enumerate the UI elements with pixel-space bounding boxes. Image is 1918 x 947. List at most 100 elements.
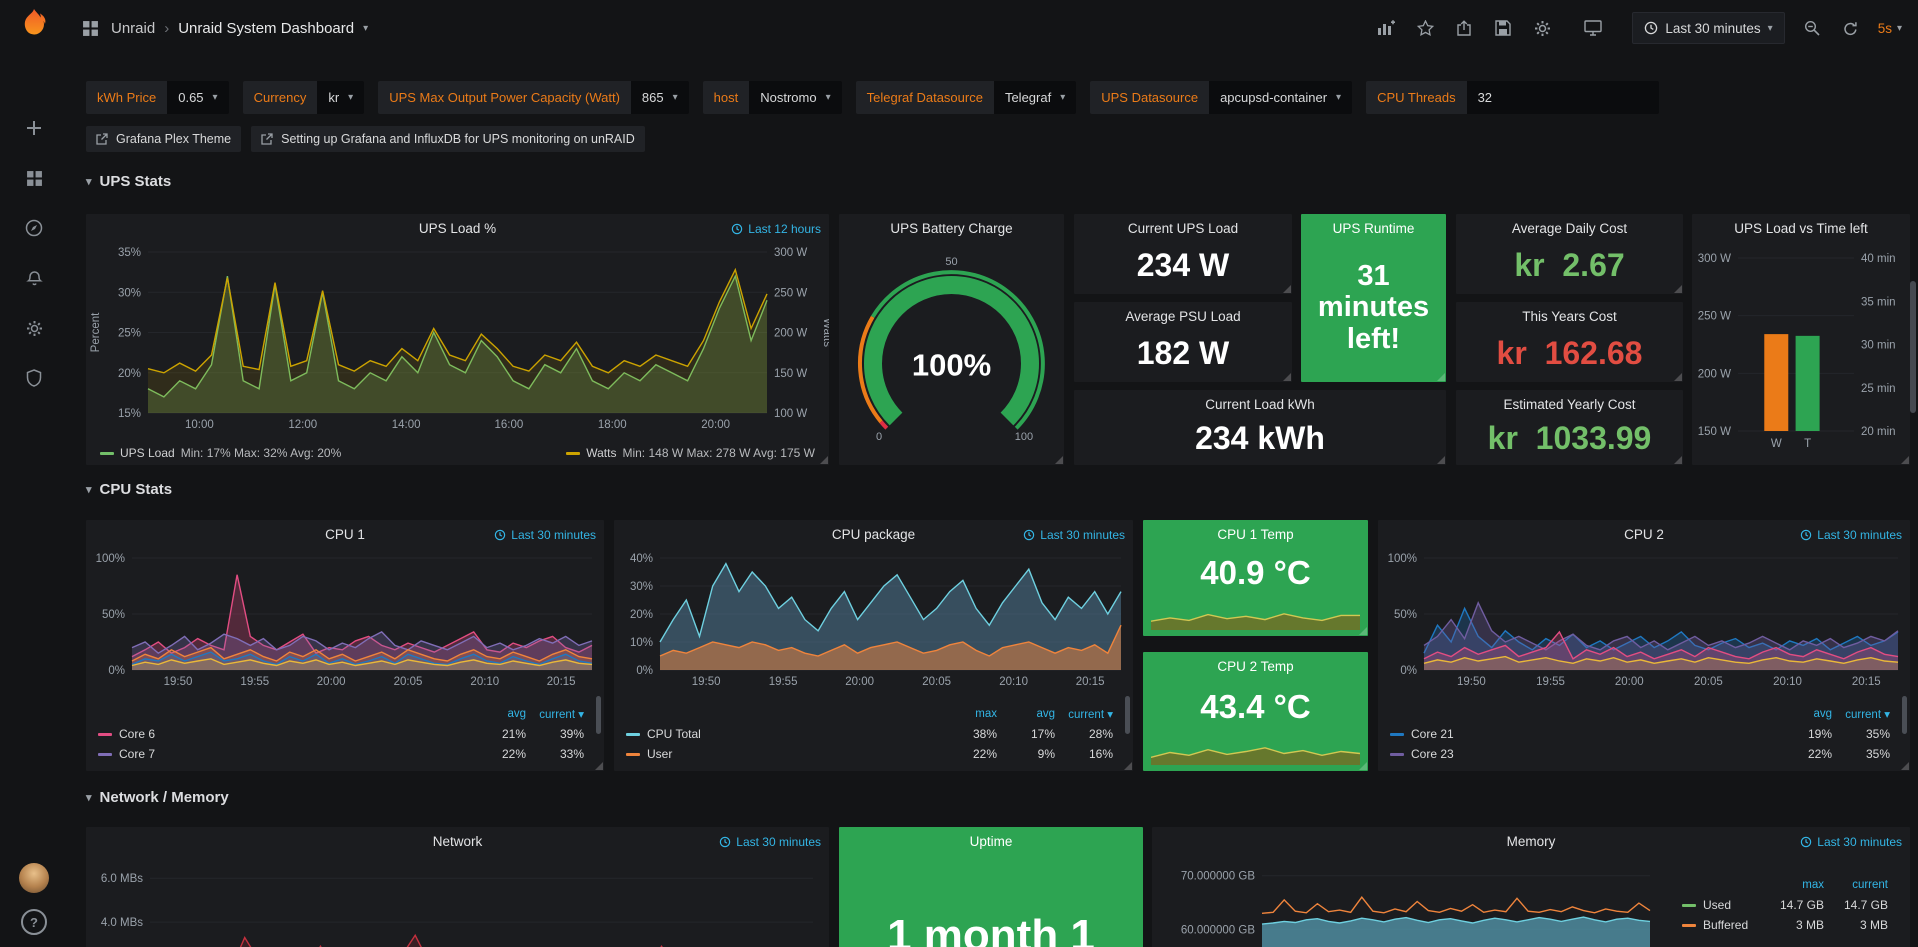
help-icon[interactable]: ? (21, 909, 47, 935)
svg-text:25 min: 25 min (1861, 383, 1896, 395)
legend-series[interactable]: Buffered (1682, 918, 1760, 932)
legend-value: 3 MB (1760, 918, 1824, 932)
legend-series[interactable]: Core 21 (1390, 727, 1774, 741)
page-scrollbar[interactable] (1910, 281, 1916, 413)
cpu1-chart[interactable]: 100%50%0%19:5019:5520:0020:0520:1020:15 (86, 550, 604, 690)
add-panel-icon[interactable] (1374, 16, 1398, 40)
legend-sort-column[interactable]: avg (997, 708, 1055, 720)
svg-text:20:05: 20:05 (1694, 676, 1723, 688)
settings-gear-icon[interactable] (1530, 16, 1554, 40)
svg-text:10%: 10% (630, 637, 653, 649)
breadcrumb-folder[interactable]: Unraid (111, 20, 155, 37)
row-cpu-stats[interactable]: ▾ CPU Stats (86, 481, 172, 498)
time-range-picker[interactable]: Last 30 minutes ▾ (1632, 12, 1784, 44)
svg-text:20:10: 20:10 (999, 676, 1028, 688)
refresh-icon[interactable] (1839, 16, 1863, 40)
panel-title[interactable]: Network (86, 827, 829, 857)
variable-dropdown[interactable]: 865▾ (631, 81, 689, 114)
configuration-gear-icon[interactable] (24, 318, 44, 338)
dashboard-link[interactable]: Setting up Grafana and InfluxDB for UPS … (251, 126, 645, 152)
legend-series[interactable]: WattsMin: 148 W Max: 278 W Avg: 175 W (566, 446, 815, 460)
time-range-badge[interactable]: Last 30 minutes (1023, 528, 1125, 542)
legend-sort-column[interactable]: avg (1774, 708, 1832, 720)
legend-scrollbar[interactable] (1902, 696, 1907, 734)
legend-scrollbar[interactable] (1125, 696, 1130, 734)
legend-series[interactable]: UPS LoadMin: 17% Max: 32% Avg: 20% (100, 446, 341, 460)
chevron-down-icon: ▾ (1060, 92, 1065, 103)
legend-sort-column[interactable]: current (1824, 879, 1888, 891)
ups-load-chart[interactable]: 35%30%25%20%15%300 W250 W200 W150 W100 W… (86, 244, 829, 437)
time-range-badge[interactable]: Last 30 minutes (494, 528, 596, 542)
legend-series[interactable]: Core 6 (98, 727, 468, 741)
svg-text:25%: 25% (118, 328, 141, 340)
cpu2-chart[interactable]: 100%50%0%19:5019:5520:0020:0520:1020:15 (1378, 550, 1910, 690)
dashboards-icon[interactable] (24, 168, 44, 188)
dashboard-title[interactable]: Unraid System Dashboard (178, 20, 354, 37)
legend-scrollbar[interactable] (596, 696, 601, 734)
legend-sort-column[interactable]: avg (468, 708, 526, 720)
chevron-down-icon: ▾ (86, 791, 92, 804)
svg-text:250 W: 250 W (1698, 311, 1731, 323)
server-admin-shield-icon[interactable] (24, 368, 44, 388)
create-icon[interactable] (24, 118, 44, 138)
dashboard-link[interactable]: Grafana Plex Theme (86, 126, 241, 152)
legend-value: 22% (468, 747, 526, 761)
clock-icon (1800, 836, 1812, 848)
legend-value: 35% (1832, 727, 1890, 741)
star-icon[interactable] (1413, 16, 1437, 40)
legend-table: avgcurrent ▾Core 2119%35%Core 2322%35% (1380, 704, 1906, 764)
variable-dropdown[interactable]: 0.65▾ (167, 81, 228, 114)
variable-dropdown[interactable]: Nostromo▾ (749, 81, 841, 114)
variable-dropdown[interactable]: apcupsd-container▾ (1209, 81, 1352, 114)
variable-dropdown[interactable]: kr▾ (317, 81, 364, 114)
legend-series[interactable]: Core 7 (98, 747, 468, 761)
panel-uptime: Uptime 1 month 1 (839, 827, 1143, 947)
cpu-package-chart[interactable]: 40%30%20%10%0%19:5019:5520:0020:0520:102… (614, 550, 1133, 690)
legend-sort-column[interactable]: current ▾ (526, 707, 584, 721)
save-icon[interactable] (1491, 16, 1515, 40)
explore-compass-icon[interactable] (24, 218, 44, 238)
legend-sort-column[interactable]: current ▾ (1832, 707, 1890, 721)
panel-title[interactable]: UPS Load % (86, 214, 829, 244)
time-range-badge[interactable]: Last 12 hours (731, 222, 821, 236)
ups-load-vs-time-chart[interactable]: 300 W250 W200 W150 W40 min35 min30 min25… (1692, 244, 1910, 455)
legend-sort-column[interactable]: current ▾ (1055, 707, 1113, 721)
svg-text:15%: 15% (118, 408, 141, 420)
legend-series[interactable]: Used (1682, 898, 1760, 912)
share-icon[interactable] (1452, 16, 1476, 40)
memory-chart[interactable]: 70.000000 GB60.000000 GB50.000000 GB19:5… (1152, 857, 1660, 947)
time-range-badge[interactable]: Last 30 minutes (1800, 835, 1902, 849)
network-chart[interactable]: 6.0 MBs4.0 MBs2.0 MBs19:5019:5520:0020:0… (86, 857, 829, 947)
legend-color-swatch (98, 753, 112, 756)
legend-value: 38% (939, 727, 997, 741)
row-ups-stats[interactable]: ▾ UPS Stats (86, 173, 171, 190)
legend-series[interactable]: Core 23 (1390, 747, 1774, 761)
cycle-view-monitor-icon[interactable] (1581, 16, 1605, 40)
grafana-logo-icon[interactable] (17, 7, 51, 41)
svg-text:4.0 MBs: 4.0 MBs (101, 917, 143, 929)
legend-color-swatch (626, 733, 640, 736)
time-range-badge[interactable]: Last 30 minutes (719, 835, 821, 849)
row-network-memory[interactable]: ▾ Network / Memory (86, 789, 229, 806)
panel-title[interactable]: UPS Battery Charge (839, 214, 1064, 244)
user-avatar[interactable] (19, 863, 49, 893)
refresh-interval-picker[interactable]: 5s ▾ (1878, 21, 1902, 36)
legend-sort-column[interactable]: max (939, 708, 997, 720)
svg-text:30 min: 30 min (1861, 340, 1896, 352)
panel-title[interactable]: Uptime (839, 827, 1143, 857)
panel-title[interactable]: Memory (1152, 827, 1910, 857)
clock-icon (731, 223, 743, 235)
variable-dropdown[interactable]: Telegraf▾ (994, 81, 1076, 114)
variable-input[interactable]: 32 (1467, 81, 1659, 114)
time-range-badge[interactable]: Last 30 minutes (1800, 528, 1902, 542)
alerting-bell-icon[interactable] (24, 268, 44, 288)
legend-series[interactable]: User (626, 747, 939, 761)
legend-series[interactable]: CPU Total (626, 727, 939, 741)
panel-cpu-1: CPU 1 Last 30 minutes 100%50%0%19:5019:5… (86, 520, 604, 771)
legend-sort-column[interactable]: max (1760, 879, 1824, 891)
panel-title[interactable]: UPS Load vs Time left (1692, 214, 1910, 244)
svg-text:50%: 50% (102, 609, 125, 621)
svg-text:20:10: 20:10 (1773, 676, 1802, 688)
zoom-out-icon[interactable] (1800, 16, 1824, 40)
apps-grid-icon[interactable] (78, 16, 102, 40)
